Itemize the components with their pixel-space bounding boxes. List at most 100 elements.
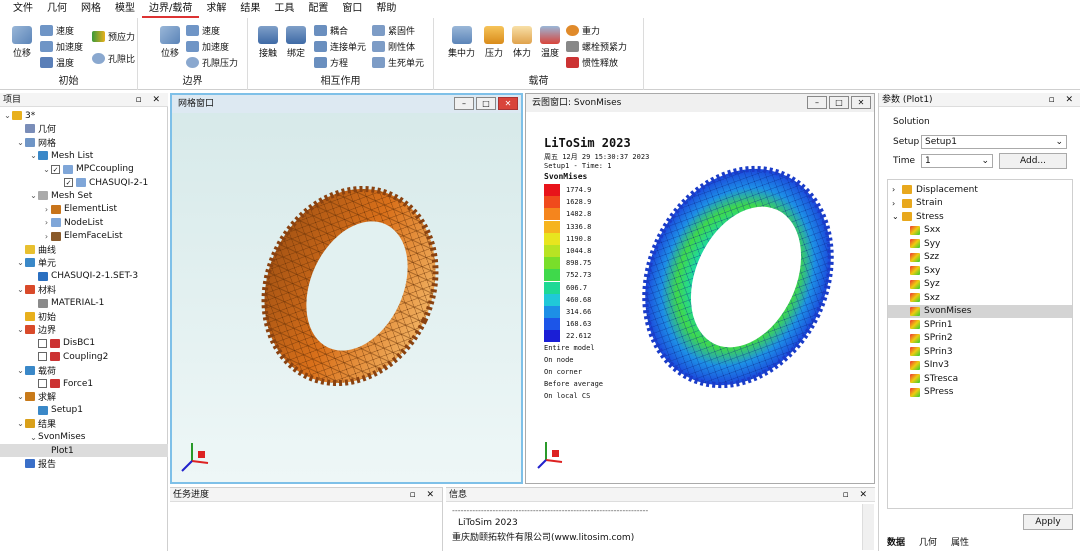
checkbox[interactable] xyxy=(38,379,47,388)
result-tree-item[interactable]: STresca xyxy=(888,372,1072,385)
result-tree-item[interactable]: SPrin1 xyxy=(888,318,1072,331)
fastener-button[interactable]: 紧固件 xyxy=(372,24,415,37)
expand-toggle-icon[interactable]: ⌄ xyxy=(16,285,25,294)
project-tree-item[interactable]: ⌄ ✓ MPCcoupling xyxy=(0,163,168,176)
project-tree-item[interactable]: 几何 xyxy=(0,122,168,135)
result-tree-item[interactable]: ⌄ Stress xyxy=(888,210,1072,223)
result-tree-item[interactable]: SvonMises xyxy=(888,304,1072,318)
result-tree-item[interactable]: › Displacement xyxy=(888,183,1072,196)
result-tree-item[interactable]: Syz xyxy=(888,278,1072,291)
maximize-button[interactable]: □ xyxy=(829,96,849,109)
menu-solve[interactable]: 求解 xyxy=(199,0,233,18)
close-button[interactable]: ✕ xyxy=(851,96,871,109)
expand-toggle-icon[interactable]: › xyxy=(42,232,51,241)
menu-boundary-load[interactable]: 边界/载荷 xyxy=(142,0,200,18)
expand-toggle-icon[interactable]: ⌄ xyxy=(29,191,38,200)
project-tree-item[interactable]: Setup1 xyxy=(0,404,168,417)
connector-button[interactable]: 连接单元 xyxy=(314,40,366,53)
add-time-button[interactable]: Add... xyxy=(999,153,1067,169)
result-tree-item[interactable]: SInv3 xyxy=(888,359,1072,372)
rigid-body-button[interactable]: 刚性体 xyxy=(372,40,415,53)
checkbox[interactable]: ✓ xyxy=(64,178,73,187)
result-tree-item[interactable]: SPress xyxy=(888,386,1072,399)
result-tree-item[interactable]: SPrin2 xyxy=(888,332,1072,345)
boundary-pore-pressure-button[interactable]: 孔隙压力 xyxy=(186,56,238,69)
project-tree-item[interactable]: ⌄ 网格 xyxy=(0,136,168,149)
result-tree-item[interactable]: Sxz xyxy=(888,291,1072,304)
result-tree-item[interactable]: SPrin3 xyxy=(888,345,1072,358)
project-tree-item[interactable]: CHASUQI-2-1.SET-3 xyxy=(0,270,168,283)
expand-toggle-icon[interactable]: › xyxy=(42,218,51,227)
checkbox[interactable]: ✓ xyxy=(51,164,60,174)
menu-geometry[interactable]: 几何 xyxy=(40,0,74,18)
expand-toggle-icon[interactable]: ⌄ xyxy=(29,151,38,160)
project-tree-item[interactable]: › ElementList xyxy=(0,203,168,216)
checkbox[interactable] xyxy=(38,352,47,362)
project-tree-item[interactable]: MATERIAL-1 xyxy=(0,297,168,310)
initial-velocity-button[interactable]: 速度 xyxy=(40,24,74,37)
expand-toggle-icon[interactable]: ⌄ xyxy=(16,366,25,375)
panel-buttons[interactable]: ▫ ✕ xyxy=(842,488,871,502)
birth-death-element-button[interactable]: 生死单元 xyxy=(372,56,424,69)
project-tree-item[interactable]: ⌄ 材料 xyxy=(0,283,168,296)
contact-button[interactable]: 接触 xyxy=(258,26,278,59)
menu-file[interactable]: 文件 xyxy=(6,0,40,18)
checkbox[interactable] xyxy=(38,338,47,348)
expand-toggle-icon[interactable]: ⌄ xyxy=(16,138,25,147)
apply-button[interactable]: Apply xyxy=(1023,514,1073,530)
expand-toggle-icon[interactable]: ⌄ xyxy=(892,212,902,221)
project-tree-item[interactable]: 曲线 xyxy=(0,243,168,256)
time-select[interactable]: 1 ⌄ xyxy=(921,154,993,168)
tab-properties[interactable]: 属性 xyxy=(951,535,969,551)
expand-toggle-icon[interactable]: › xyxy=(892,199,902,208)
expand-toggle-icon[interactable]: ⌄ xyxy=(16,258,25,267)
temperature-load-button[interactable]: 温度 xyxy=(540,26,560,59)
result-tree-item[interactable]: Sxy xyxy=(888,264,1072,277)
inertia-relief-button[interactable]: 惯性释放 xyxy=(566,56,618,69)
initial-acceleration-button[interactable]: 加速度 xyxy=(40,40,83,53)
concentrated-force-button[interactable]: 集中力 xyxy=(448,26,475,59)
project-tree-item[interactable]: › ElemFaceList xyxy=(0,230,168,243)
info-scrollbar[interactable] xyxy=(862,504,874,550)
menu-help[interactable]: 帮助 xyxy=(369,0,403,18)
result-tree-item[interactable]: Sxx xyxy=(888,224,1072,237)
menu-results[interactable]: 结果 xyxy=(233,0,267,18)
project-tree-item[interactable]: 报告 xyxy=(0,457,168,470)
project-tree-item[interactable]: ⌄ Mesh List xyxy=(0,149,168,162)
project-tree-item[interactable]: ⌄ 边界 xyxy=(0,323,168,336)
project-tree-item[interactable]: Coupling2 xyxy=(0,350,168,363)
boundary-displacement-button[interactable]: 位移 xyxy=(160,26,180,59)
result-tree-item[interactable]: › Strain xyxy=(888,197,1072,210)
minimize-button[interactable]: – xyxy=(807,96,827,109)
initial-temperature-button[interactable]: 温度 xyxy=(40,56,74,69)
maximize-button[interactable]: □ xyxy=(476,97,496,110)
tab-data[interactable]: 数据 xyxy=(887,535,905,551)
project-tree-item[interactable]: ⌄ SvonMises xyxy=(0,431,168,444)
body-force-button[interactable]: 体力 xyxy=(512,26,532,59)
panel-buttons[interactable]: ▫ ✕ xyxy=(135,93,164,107)
project-tree-item[interactable]: Plot1 xyxy=(0,444,168,457)
expand-toggle-icon[interactable]: ⌄ xyxy=(42,165,51,174)
contour-viewport[interactable] xyxy=(618,134,858,434)
panel-buttons[interactable]: ▫ ✕ xyxy=(409,488,438,502)
initial-displacement-button[interactable]: 位移 xyxy=(12,26,32,59)
project-tree-item[interactable]: 初始 xyxy=(0,310,168,323)
menu-config[interactable]: 配置 xyxy=(301,0,335,18)
project-tree-item[interactable]: DisBC1 xyxy=(0,337,168,350)
project-tree-item[interactable]: ⌄ 结果 xyxy=(0,417,168,430)
project-tree-item[interactable]: ⌄ 单元 xyxy=(0,256,168,269)
initial-porosity-button[interactable]: 孔隙比 xyxy=(92,52,135,65)
boundary-velocity-button[interactable]: 速度 xyxy=(186,24,220,37)
expand-toggle-icon[interactable]: ⌄ xyxy=(3,111,12,120)
project-tree-item[interactable]: ⌄ 求解 xyxy=(0,390,168,403)
expand-toggle-icon[interactable]: ⌄ xyxy=(29,433,38,442)
project-tree-item[interactable]: Force1 xyxy=(0,377,168,390)
expand-toggle-icon[interactable]: ⌄ xyxy=(16,419,25,428)
equation-button[interactable]: 方程 xyxy=(314,56,348,69)
close-button[interactable]: ✕ xyxy=(498,97,518,110)
result-tree-item[interactable]: Szz xyxy=(888,251,1072,264)
project-tree-item[interactable]: ⌄ Mesh Set xyxy=(0,189,168,202)
panel-buttons[interactable]: ▫ ✕ xyxy=(1048,93,1077,107)
coupling-button[interactable]: 耦合 xyxy=(314,24,348,37)
gravity-button[interactable]: 重力 xyxy=(566,24,600,37)
